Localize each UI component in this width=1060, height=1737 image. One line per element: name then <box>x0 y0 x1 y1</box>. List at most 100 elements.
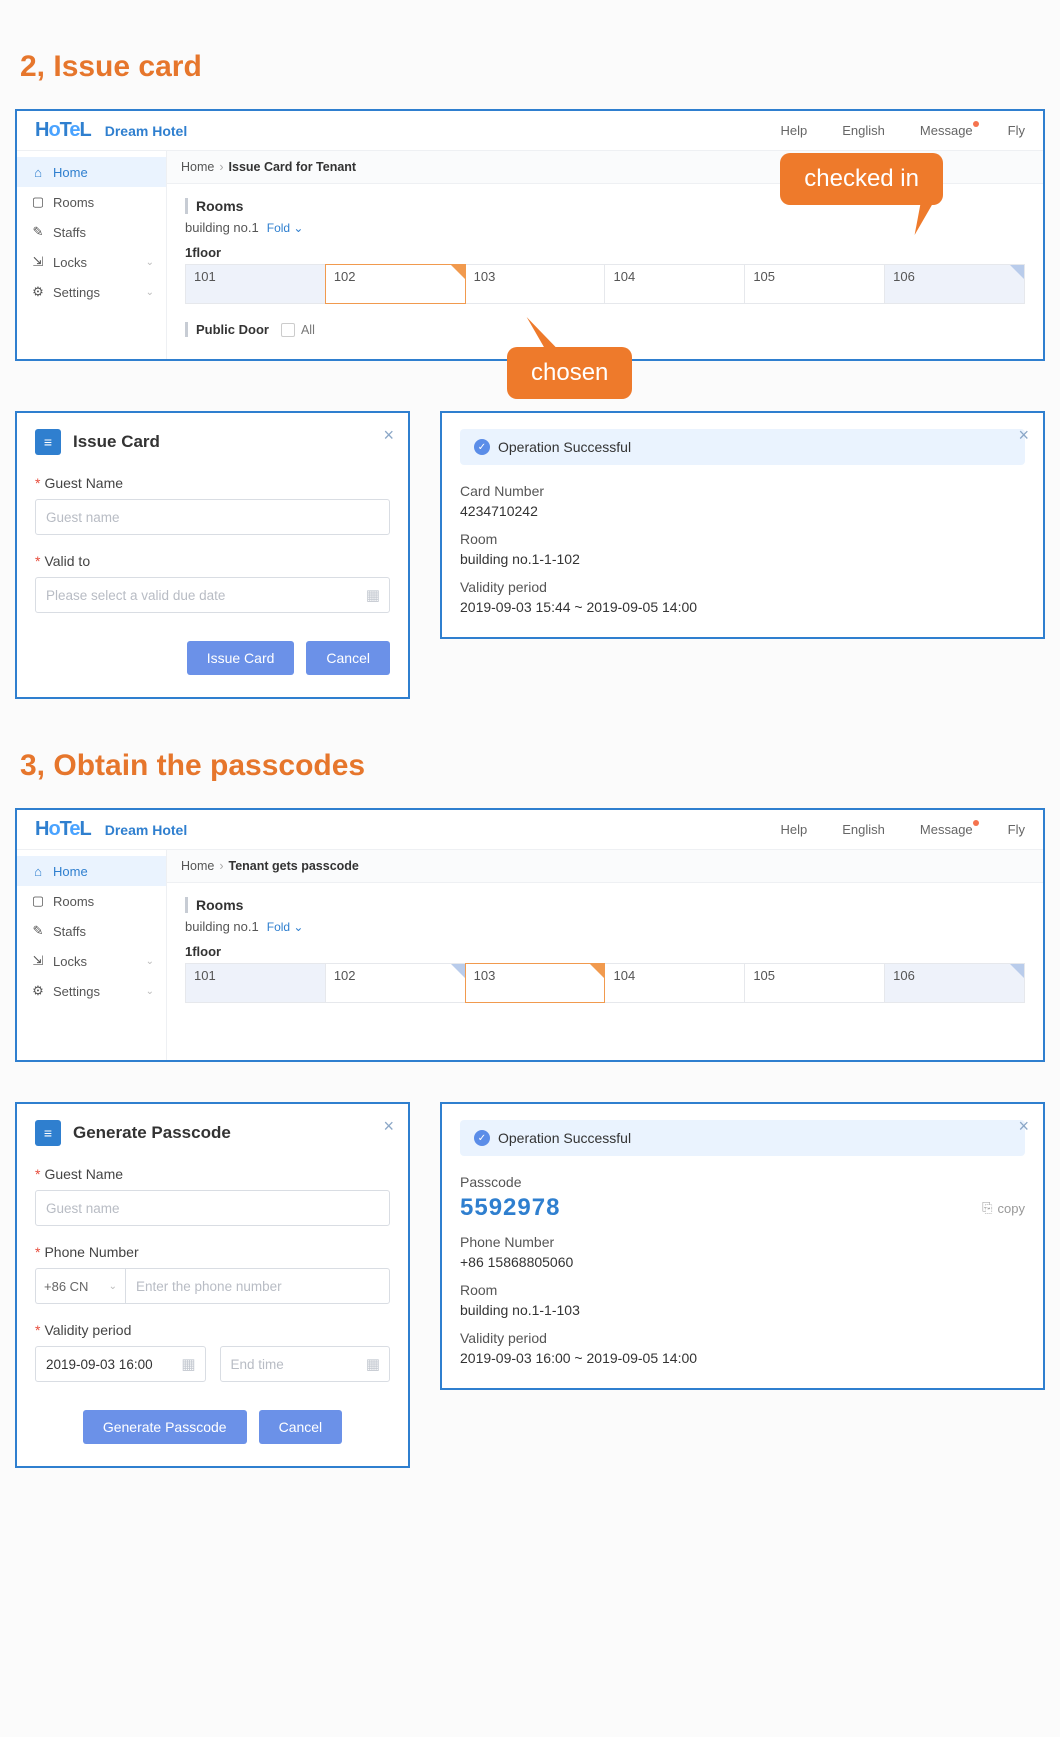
check-icon: ✓ <box>474 439 490 455</box>
guest-name-input[interactable] <box>35 499 390 535</box>
rooms-icon: ▢ <box>31 194 45 210</box>
room-cell-106[interactable]: 106 <box>884 264 1025 304</box>
sidebar-item-rooms[interactable]: ▢Rooms <box>17 886 166 916</box>
close-icon[interactable]: × <box>383 425 394 446</box>
message-link[interactable]: Message <box>920 123 973 138</box>
passcode-result: × ✓ Operation Successful Passcode 559297… <box>440 1102 1045 1390</box>
close-icon[interactable]: × <box>383 1116 394 1137</box>
breadcrumb-home[interactable]: Home <box>181 859 214 873</box>
settings-icon: ⚙ <box>31 284 45 300</box>
rooms-section-head: Rooms <box>185 897 1025 913</box>
settings-icon: ⚙ <box>31 983 45 999</box>
cancel-button[interactable]: Cancel <box>259 1410 343 1444</box>
sidebar-item-locks[interactable]: ⇲Locks⌄ <box>17 946 166 976</box>
issue-card-result: × ✓ Operation Successful Card Number 423… <box>440 411 1045 639</box>
language-link[interactable]: English <box>842 123 885 138</box>
user-link[interactable]: Fly <box>1008 822 1025 837</box>
help-link[interactable]: Help <box>781 123 808 138</box>
card-number-value: 4234710242 <box>460 503 1025 519</box>
building-name: building no.1 <box>185 220 259 235</box>
hotel-name: Dream Hotel <box>105 123 187 139</box>
occupied-corner-icon <box>451 964 465 978</box>
validity-value: 2019-09-03 16:00 ~ 2019-09-05 14:00 <box>460 1350 1025 1366</box>
selected-corner-icon <box>590 964 604 978</box>
building-name: building no.1 <box>185 919 259 934</box>
sidebar-item-home[interactable]: ⌂Home <box>17 157 166 187</box>
room-cell-104[interactable]: 104 <box>604 264 745 304</box>
sidebar-item-staffs[interactable]: ✎Staffs <box>17 916 166 946</box>
breadcrumb-current: Issue Card for Tenant <box>229 160 357 174</box>
room-cell-103[interactable]: 103 <box>465 963 606 1003</box>
issue-card-button[interactable]: Issue Card <box>187 641 295 675</box>
chevron-down-icon: ⌄ <box>293 920 303 934</box>
public-door-label: Public Door <box>196 322 269 337</box>
room-cell-101[interactable]: 101 <box>185 264 326 304</box>
breadcrumb-home[interactable]: Home <box>181 160 214 174</box>
hotel-name: Dream Hotel <box>105 822 187 838</box>
user-link[interactable]: Fly <box>1008 123 1025 138</box>
close-icon[interactable]: × <box>1018 1116 1029 1137</box>
room-cell-102[interactable]: 102 <box>325 963 466 1003</box>
sidebar-item-home[interactable]: ⌂Home <box>17 856 166 886</box>
chevron-down-icon: ⌄ <box>109 1281 117 1292</box>
room-cell-105[interactable]: 105 <box>744 963 885 1003</box>
sidebar-item-locks[interactable]: ⇲Locks⌄ <box>17 247 166 277</box>
copy-link[interactable]: ⎘copy <box>982 1200 1025 1216</box>
dialog-title: Issue Card <box>73 432 160 452</box>
issue-card-dialog: × ≡ Issue Card *Guest Name *Valid to ▦ I… <box>15 411 410 699</box>
message-link[interactable]: Message <box>920 822 973 837</box>
home-icon: ⌂ <box>31 165 45 180</box>
valid-to-input[interactable] <box>35 577 390 613</box>
all-label: All <box>301 323 315 337</box>
sidebar-item-settings[interactable]: ⚙Settings⌄ <box>17 277 166 307</box>
guest-name-input[interactable] <box>35 1190 390 1226</box>
dialog-title: Generate Passcode <box>73 1123 231 1143</box>
room-cell-103[interactable]: 103 <box>465 264 606 304</box>
chevron-down-icon: ⌄ <box>146 257 154 268</box>
help-link[interactable]: Help <box>781 822 808 837</box>
form-icon: ≡ <box>35 429 61 455</box>
sidebar-item-staffs[interactable]: ✎Staffs <box>17 217 166 247</box>
notification-dot-icon <box>973 820 979 826</box>
app-screenshot-passcode: HoTeL Dream Hotel Help English Message F… <box>15 808 1045 1062</box>
language-link[interactable]: English <box>842 822 885 837</box>
phone-input[interactable] <box>125 1268 390 1304</box>
passcode-value: 5592978 <box>460 1194 560 1222</box>
validity-label: Validity period <box>460 1330 1025 1346</box>
phone-number-label: Phone Number <box>44 1244 138 1260</box>
room-cell-106[interactable]: 106 <box>884 963 1025 1003</box>
room-cell-105[interactable]: 105 <box>744 264 885 304</box>
sidebar-item-settings[interactable]: ⚙Settings⌄ <box>17 976 166 1006</box>
end-time-input[interactable] <box>220 1346 391 1382</box>
room-cell-102[interactable]: 102 <box>325 264 466 304</box>
copy-icon: ⎘ <box>982 1200 992 1216</box>
generate-passcode-button[interactable]: Generate Passcode <box>83 1410 247 1444</box>
rooms-icon: ▢ <box>31 893 45 909</box>
valid-to-label: Valid to <box>44 553 90 569</box>
passcode-label: Passcode <box>460 1174 1025 1190</box>
country-code-select[interactable]: +86 CN⌄ <box>35 1268 125 1304</box>
sidebar-item-rooms[interactable]: ▢Rooms <box>17 187 166 217</box>
notification-dot-icon <box>973 121 979 127</box>
room-label: Room <box>460 1282 1025 1298</box>
validity-label: Validity period <box>460 579 1025 595</box>
close-icon[interactable]: × <box>1018 425 1029 446</box>
room-value: building no.1-1-103 <box>460 1302 1025 1318</box>
room-value: building no.1-1-102 <box>460 551 1025 567</box>
form-icon: ≡ <box>35 1120 61 1146</box>
room-cell-104[interactable]: 104 <box>604 963 745 1003</box>
floor-label: 1floor <box>185 944 1025 959</box>
room-cell-101[interactable]: 101 <box>185 963 326 1003</box>
home-icon: ⌂ <box>31 864 45 879</box>
fold-link[interactable]: Fold ⌄ <box>267 920 304 934</box>
cancel-button[interactable]: Cancel <box>306 641 390 675</box>
start-time-input[interactable] <box>35 1346 206 1382</box>
generate-passcode-dialog: × ≡ Generate Passcode *Guest Name *Phone… <box>15 1102 410 1468</box>
check-icon: ✓ <box>474 1130 490 1146</box>
floor-label: 1floor <box>185 245 1025 260</box>
chevron-down-icon: ⌄ <box>146 986 154 997</box>
breadcrumb: Home›Tenant gets passcode <box>167 850 1043 883</box>
staffs-icon: ✎ <box>31 923 45 939</box>
all-checkbox[interactable] <box>281 323 295 337</box>
fold-link[interactable]: Fold ⌄ <box>267 221 304 235</box>
